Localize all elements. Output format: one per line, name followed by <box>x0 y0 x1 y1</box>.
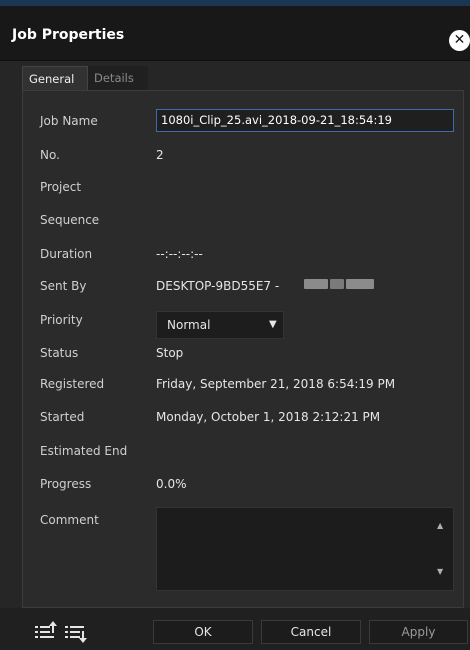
estimated-end-label: Estimated End <box>40 444 128 458</box>
status-value: Stop <box>156 346 184 360</box>
registered-label: Registered <box>40 377 105 391</box>
redacted-block <box>330 279 344 289</box>
job-name-field[interactable]: 1080i_Clip_25.avi_2018-09-21_18:54:19 <box>156 109 454 132</box>
list-move-down-icon[interactable] <box>64 620 88 644</box>
status-label: Status <box>40 346 79 360</box>
sequence-label: Sequence <box>40 213 100 227</box>
chevron-down-icon: ▼ <box>269 319 277 330</box>
comment-label: Comment <box>40 513 99 527</box>
no-label: No. <box>40 148 60 162</box>
priority-selected-value: Normal <box>167 318 211 332</box>
ok-button[interactable]: OK <box>153 620 253 644</box>
started-label: Started <box>40 410 85 424</box>
sent-by-value: DESKTOP-9BD55E7 - <box>156 279 280 293</box>
close-icon[interactable]: ✕ <box>449 30 470 51</box>
tab-general[interactable]: General <box>22 66 88 90</box>
progress-value: 0.0% <box>156 477 187 491</box>
progress-label: Progress <box>40 477 92 491</box>
no-value: 2 <box>156 148 164 162</box>
job-name-label: Job Name <box>40 114 98 128</box>
window-title: Job Properties <box>12 27 125 43</box>
scroll-up-icon[interactable]: ▲ <box>437 521 443 530</box>
started-value: Monday, October 1, 2018 2:12:21 PM <box>156 410 381 424</box>
priority-label: Priority <box>40 313 83 327</box>
apply-button[interactable]: Apply <box>369 620 468 644</box>
duration-label: Duration <box>40 247 93 261</box>
comment-field[interactable] <box>156 507 454 591</box>
scroll-down-icon[interactable]: ▼ <box>437 567 443 576</box>
job-properties-window: Job Properties ✕ General Details Job Nam… <box>0 0 470 650</box>
list-move-up-icon[interactable] <box>34 620 58 644</box>
title-bar: Job Properties ✕ <box>0 6 470 61</box>
sent-by-label: Sent By <box>40 279 87 293</box>
project-label: Project <box>40 180 82 194</box>
duration-value: --:--:--:-- <box>156 247 203 261</box>
cancel-button[interactable]: Cancel <box>261 620 361 644</box>
tab-details[interactable]: Details <box>88 66 148 90</box>
priority-dropdown[interactable]: Normal ▼ <box>156 311 284 339</box>
redacted-block <box>304 279 328 289</box>
registered-value: Friday, September 21, 2018 6:54:19 PM <box>156 377 396 391</box>
redacted-block <box>346 279 374 289</box>
